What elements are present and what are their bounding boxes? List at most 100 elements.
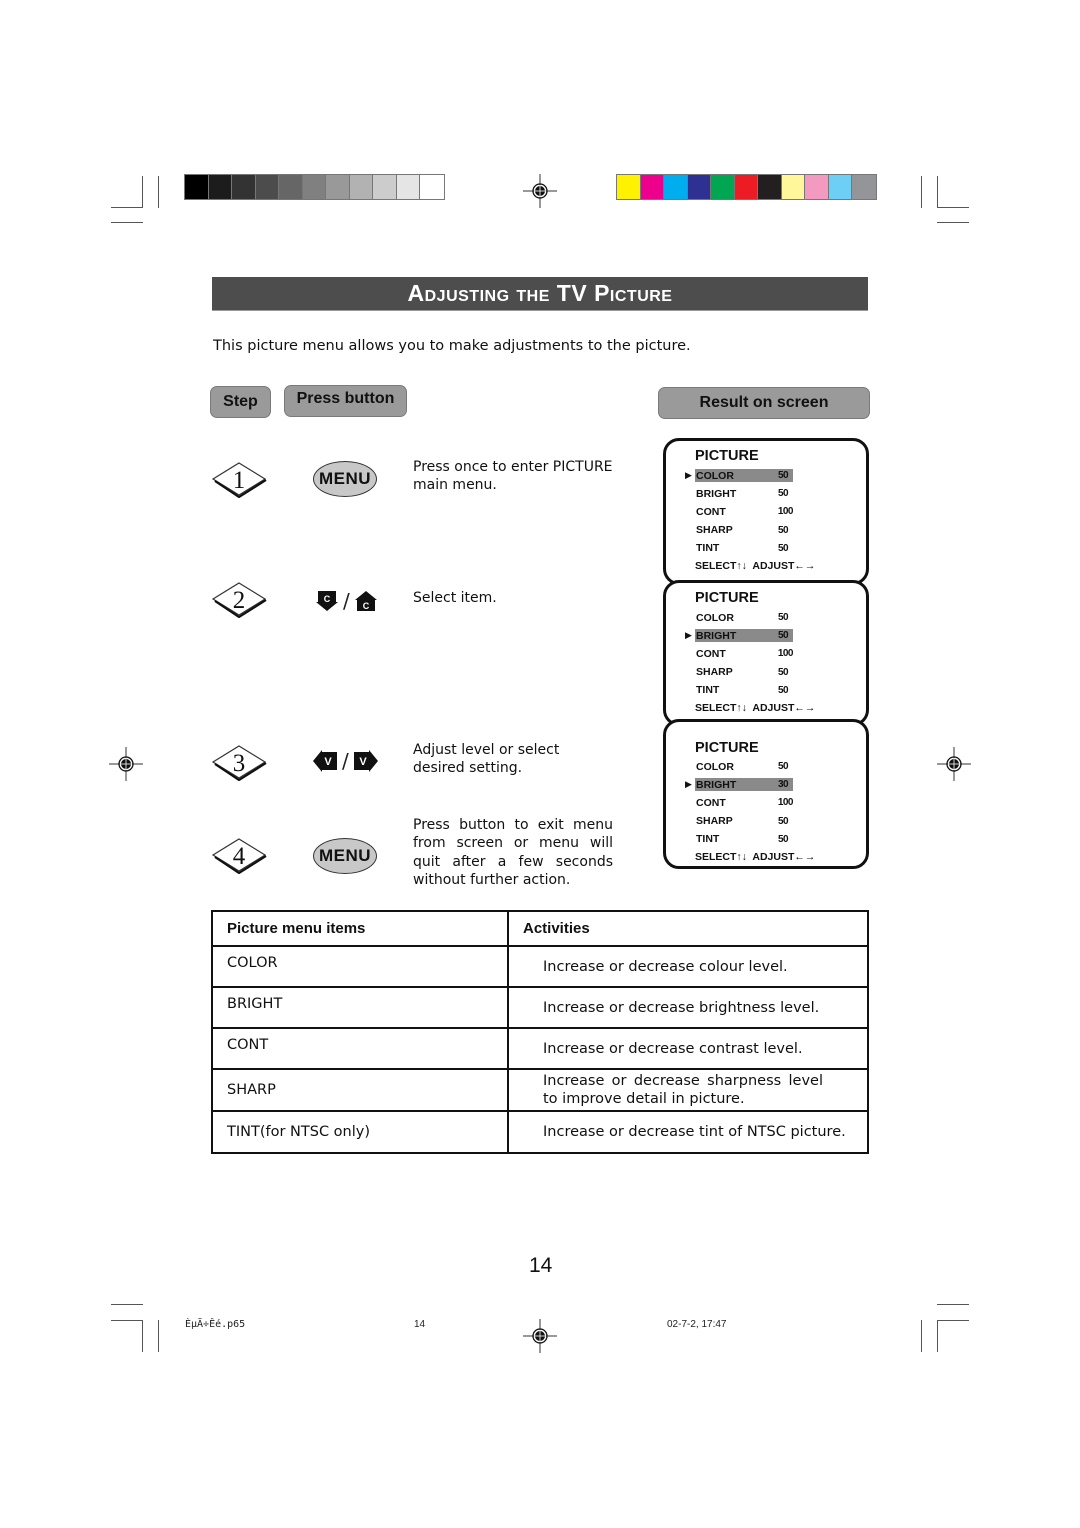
osd-menu-row: SHARP 50	[695, 524, 793, 537]
osd-item-value: 100	[777, 648, 794, 660]
osd-footer-hint: SELECT↑↓ ADJUST←→	[695, 560, 816, 572]
table-header-row: Picture menu items Activities	[211, 910, 869, 947]
osd-footer-hint: SELECT↑↓ ADJUST←→	[695, 851, 816, 863]
osd-item-name: TINT	[696, 542, 720, 555]
osd-item-value: 50	[778, 470, 789, 481]
grayscale-swatch	[208, 175, 232, 199]
step-number: 3	[233, 750, 246, 777]
volume-up-icon: V	[353, 750, 378, 772]
osd-screen-step-2: PICTURE COLOR 50 ▶ BRIGHT 50 CONT 100 SHARP 50 TIN…	[663, 580, 869, 726]
osd-item-value: 50	[778, 815, 789, 827]
osd-pointer-icon: ▶	[685, 779, 692, 790]
press-button-column-header: Press button	[284, 385, 407, 417]
table-row: CONT Increase or decrease contrast level…	[211, 1027, 869, 1070]
grayscale-calibration-bar	[184, 174, 445, 200]
result-column-header: Result on screen	[658, 387, 870, 419]
activity-cell: Increase or decrease contrast level.	[507, 1027, 869, 1070]
color-calibration-bar	[616, 174, 877, 200]
step-1-description: Press once to enter PICTURE main menu.	[413, 459, 613, 494]
osd-item-value: 50	[778, 612, 789, 623]
color-swatch	[852, 175, 876, 199]
color-swatch	[640, 175, 664, 199]
table-header: Activities	[507, 910, 869, 947]
slug-page: 14	[414, 1319, 426, 1330]
svg-text:V: V	[324, 756, 332, 768]
osd-menu-row: CONT 100	[695, 796, 794, 809]
grayscale-swatch	[373, 175, 397, 199]
crop-mark	[142, 176, 143, 208]
color-swatch	[687, 175, 711, 199]
osd-screen-step-3: PICTURE COLOR 50 ▶ BRIGHT 30 CONT 100 SHARP 50 TIN…	[663, 719, 869, 869]
registration-mark-icon	[523, 174, 557, 208]
menu-item-cell: TINT(for NTSC only)	[211, 1110, 509, 1154]
menu-item-cell: BRIGHT	[211, 986, 509, 1029]
separator: /	[342, 749, 349, 773]
grayscale-swatch	[185, 175, 209, 199]
slug-date: 02-7-2, 17:47	[667, 1319, 727, 1330]
crop-mark	[921, 1320, 922, 1352]
step-2-badge: 2	[210, 580, 268, 618]
menu-button: MENU	[313, 838, 377, 874]
crop-mark	[937, 207, 969, 208]
color-swatch	[664, 175, 688, 199]
table-row: BRIGHT Increase or decrease brightness l…	[211, 986, 869, 1029]
step-number: 4	[233, 843, 246, 870]
table-header: Picture menu items	[211, 910, 509, 947]
osd-menu-row: TINT 50	[695, 542, 793, 555]
osd-menu-row: CONT 100	[695, 647, 794, 660]
osd-title: PICTURE	[695, 448, 759, 464]
osd-item-value: 100	[777, 506, 794, 518]
crop-mark	[158, 1320, 159, 1352]
osd-menu-row: CONT 100	[695, 505, 794, 518]
activity-cell: Increase or decrease brightness level.	[507, 986, 869, 1029]
step-column-header: Step	[210, 386, 271, 418]
color-swatch	[781, 175, 805, 199]
crop-mark	[937, 1320, 938, 1352]
osd-menu-row: TINT 50	[695, 833, 793, 846]
osd-item-value: 50	[778, 542, 789, 554]
osd-menu-row: TINT 50	[695, 684, 793, 697]
osd-pointer-icon: ▶	[685, 630, 692, 641]
svg-text:C: C	[363, 601, 370, 611]
osd-item-name: CONT	[696, 796, 726, 809]
crop-mark	[921, 176, 922, 208]
osd-title: PICTURE	[695, 740, 759, 756]
grayscale-swatch	[232, 175, 256, 199]
osd-item-name: COLOR	[696, 760, 734, 773]
step-3-description: Adjust level or select desired setting.	[413, 742, 560, 777]
grayscale-swatch	[420, 175, 444, 199]
menu-button: MENU	[313, 461, 377, 497]
color-swatch	[617, 175, 641, 199]
step-4-badge: 4	[210, 836, 268, 874]
osd-footer-hint: SELECT↑↓ ADJUST←→	[695, 702, 816, 714]
volume-down-icon: V	[313, 750, 337, 772]
osd-item-value: 100	[777, 797, 794, 809]
osd-menu-row: BRIGHT 50	[695, 629, 793, 643]
osd-item-value: 50	[778, 684, 789, 696]
table-row: COLOR Increase or decrease colour level.	[211, 945, 869, 988]
osd-item-name: SHARP	[696, 815, 733, 828]
osd-menu-row: BRIGHT 30	[695, 778, 793, 792]
osd-item-name: TINT	[696, 684, 720, 697]
activity-cell: Increase or decrease colour level.	[507, 945, 869, 988]
osd-menu-row: SHARP 50	[695, 815, 793, 828]
registration-mark-icon	[523, 1319, 557, 1353]
intro-text: This picture menu allows you to make adj…	[213, 338, 691, 354]
osd-item-value: 50	[778, 630, 789, 642]
menu-item-cell: SHARP	[211, 1068, 509, 1112]
title-part: Adjusting the	[407, 280, 557, 306]
osd-item-name: CONT	[696, 647, 726, 660]
osd-item-value: 30	[778, 779, 789, 791]
grayscale-swatch	[279, 175, 303, 199]
page-title: Adjusting the TV Picture	[408, 280, 673, 307]
crop-mark	[111, 222, 143, 223]
osd-title: PICTURE	[695, 590, 759, 606]
menu-item-cell: CONT	[211, 1027, 509, 1070]
crop-mark	[142, 1320, 143, 1352]
color-swatch	[828, 175, 852, 199]
step-2-description: Select item.	[413, 590, 497, 606]
osd-item-name: SHARP	[696, 666, 733, 679]
osd-item-value: 50	[778, 761, 789, 772]
crop-mark	[937, 1320, 969, 1321]
osd-menu-row: BRIGHT 50	[695, 487, 793, 500]
